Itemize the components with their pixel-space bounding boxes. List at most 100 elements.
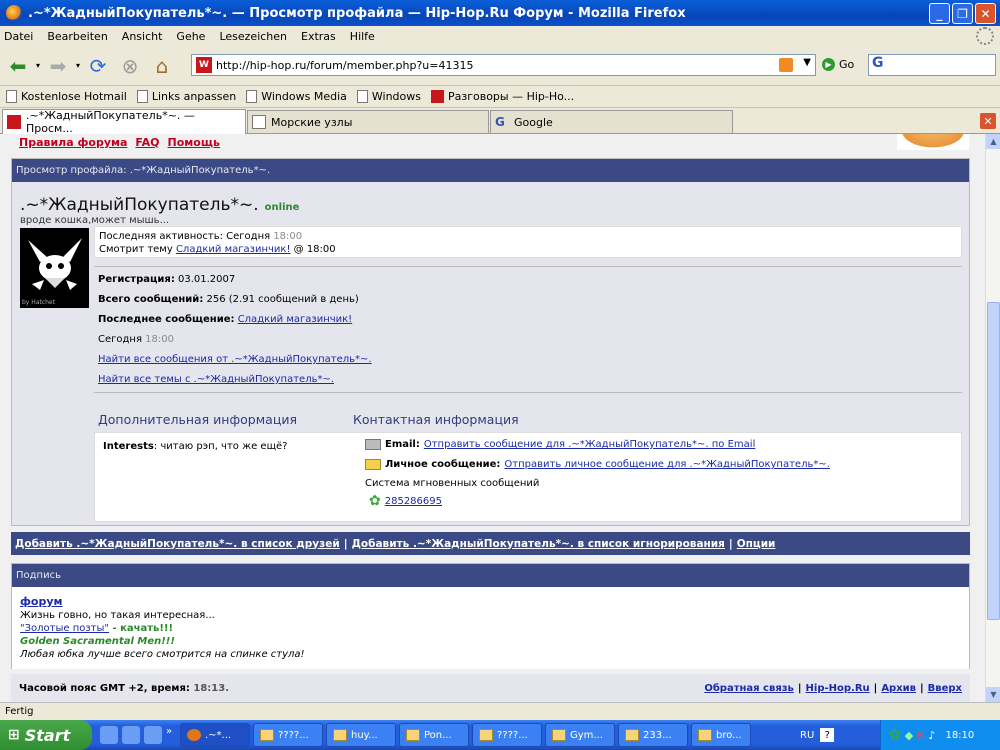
tab-bar: .~*ЖадныйПокупатель*~. — Просм... Морски… bbox=[0, 108, 1000, 135]
bookmark-hiphop[interactable]: Разговоры — Hip-Ho... bbox=[430, 90, 575, 103]
menu-extras[interactable]: Extras bbox=[301, 30, 336, 43]
icq-tray-icon[interactable]: ✿ bbox=[889, 727, 901, 743]
add-friend-link[interactable]: Добавить .~*ЖадныйПокупатель*~. в список… bbox=[15, 538, 340, 550]
taskbar-label: Pon... bbox=[424, 729, 452, 741]
interests-label: Interests bbox=[103, 441, 154, 452]
taskbar-item[interactable]: Gym... bbox=[545, 723, 615, 747]
reload-icon[interactable]: ⟳ bbox=[84, 52, 112, 80]
language-indicator[interactable]: RU ? bbox=[800, 728, 835, 742]
find-threads-link[interactable]: Найти все темы с .~*ЖадныйПокупатель*~. bbox=[98, 374, 334, 385]
start-button[interactable]: ⊞ Start bbox=[0, 720, 92, 750]
last-activity-box: Последняя активность: Сегодня 18:00 Смот… bbox=[94, 226, 962, 258]
page-icon bbox=[136, 90, 148, 103]
last-activity-label: Последняя активность: Сегодня bbox=[99, 231, 271, 242]
volume-icon[interactable]: ♪ bbox=[928, 729, 935, 742]
taskbar-label: huy... bbox=[351, 729, 378, 741]
taskbar-item[interactable]: bro... bbox=[691, 723, 751, 747]
quicklaunch-icon[interactable] bbox=[122, 726, 140, 744]
menu-gehe[interactable]: Gehe bbox=[176, 30, 205, 43]
url-bar[interactable]: W http://hip-hop.ru/forum/member.php?u=4… bbox=[191, 54, 816, 76]
folder-icon bbox=[552, 729, 566, 741]
email-row: Email: Отправить сообщение для .~*Жадный… bbox=[365, 439, 755, 450]
feedback-link[interactable]: Обратная связь bbox=[704, 683, 794, 694]
sig-line: Жизнь говно, но такая интересная... bbox=[20, 610, 215, 621]
taskbar-item[interactable]: ????... bbox=[253, 723, 323, 747]
window-icon bbox=[333, 729, 347, 741]
find-posts-link[interactable]: Найти все сообщения от .~*ЖадныйПокупате… bbox=[98, 354, 372, 365]
minimize-button[interactable]: _ bbox=[929, 3, 950, 24]
firefox-icon bbox=[6, 5, 22, 21]
taskbar-label: Gym... bbox=[570, 729, 603, 741]
posts-value: 256 (2.91 сообщений в день) bbox=[206, 294, 359, 305]
taskbar-item[interactable]: Pon... bbox=[399, 723, 469, 747]
bookmark-label: Windows bbox=[371, 90, 421, 103]
rules-link[interactable]: Правила форума bbox=[19, 136, 127, 149]
page-icon bbox=[356, 90, 368, 103]
tab-google[interactable]: G Google bbox=[490, 110, 733, 133]
viewing-thread-link[interactable]: Сладкий магазинчик! bbox=[176, 244, 291, 255]
help-link[interactable]: Помощь bbox=[168, 136, 220, 149]
quicklaunch-icon[interactable] bbox=[144, 726, 162, 744]
quicklaunch-icon[interactable] bbox=[100, 726, 118, 744]
taskbar-item[interactable]: ????... bbox=[472, 723, 542, 747]
home-site-link[interactable]: Hip-Hop.Ru bbox=[806, 683, 870, 694]
maximize-button[interactable]: ❐ bbox=[952, 3, 973, 24]
bookmark-links[interactable]: Links anpassen bbox=[136, 90, 236, 103]
back-arrow-icon[interactable]: ⬅ bbox=[4, 52, 32, 80]
help-icon[interactable]: ? bbox=[820, 728, 835, 742]
last-post-link[interactable]: Сладкий магазинчик! bbox=[238, 314, 353, 325]
back-dropdown-icon[interactable]: ▾ bbox=[36, 61, 40, 70]
menu-hilfe[interactable]: Hilfe bbox=[350, 30, 375, 43]
url-dropdown-icon[interactable]: ▼ bbox=[803, 57, 811, 68]
add-ignore-link[interactable]: Добавить .~*ЖадныйПокупатель*~. в список… bbox=[352, 538, 725, 550]
bookmark-windows-media[interactable]: Windows Media bbox=[246, 90, 347, 103]
menu-datei[interactable]: Datei bbox=[4, 30, 33, 43]
home-icon[interactable]: ⌂ bbox=[148, 52, 176, 80]
archive-link[interactable]: Архив bbox=[881, 683, 916, 694]
tab-knots[interactable]: Морские узлы bbox=[247, 110, 489, 133]
tab-label: .~*ЖадныйПокупатель*~. — Просм... bbox=[25, 109, 195, 135]
network-icon[interactable]: ◆ bbox=[905, 729, 913, 742]
scroll-down-icon[interactable]: ▼ bbox=[986, 687, 1000, 702]
forward-dropdown-icon[interactable]: ▾ bbox=[76, 61, 80, 70]
taskbar-item[interactable]: 233... bbox=[618, 723, 688, 747]
avatar: by Hatchet bbox=[20, 228, 89, 308]
vertical-scrollbar[interactable]: ▲ ▼ bbox=[985, 134, 1000, 702]
bookmark-label: Разговоры — Hip-Ho... bbox=[447, 90, 575, 103]
go-button[interactable]: ▶ Go bbox=[822, 58, 854, 71]
email-link[interactable]: Отправить сообщение для .~*ЖадныйПокупат… bbox=[424, 439, 755, 450]
bookmark-hotmail[interactable]: Kostenlose Hotmail bbox=[6, 90, 127, 103]
menu-lesezeichen[interactable]: Lesezeichen bbox=[219, 30, 287, 43]
taskbar-item-firefox[interactable]: .~*... bbox=[180, 723, 250, 747]
menu-ansicht[interactable]: Ansicht bbox=[122, 30, 163, 43]
search-input[interactable]: G bbox=[868, 54, 996, 76]
antivirus-icon[interactable]: K bbox=[917, 729, 924, 742]
viewing-time: @ 18:00 bbox=[293, 244, 336, 255]
expand-chevron-icon[interactable]: » bbox=[166, 726, 174, 744]
window-title: .~*ЖадныйПокупатель*~. — Просмотр профай… bbox=[28, 5, 686, 21]
tab-profile[interactable]: .~*ЖадныйПокупатель*~. — Просм... bbox=[2, 109, 246, 135]
top-link[interactable]: Вверх bbox=[928, 683, 962, 694]
rss-icon[interactable] bbox=[779, 58, 793, 72]
options-link[interactable]: Опции bbox=[737, 538, 776, 550]
taskbar-item[interactable]: huy... bbox=[326, 723, 396, 747]
faq-link[interactable]: FAQ bbox=[135, 136, 159, 149]
scroll-thumb[interactable] bbox=[987, 302, 1000, 620]
sig-forum-link[interactable]: форум bbox=[20, 595, 63, 608]
forward-arrow-icon[interactable]: ➡ bbox=[44, 52, 72, 80]
close-tab-icon[interactable]: ✕ bbox=[980, 113, 996, 129]
scroll-up-icon[interactable]: ▲ bbox=[986, 134, 1000, 149]
last-post-time: 18:00 bbox=[145, 334, 174, 345]
pm-link[interactable]: Отправить личное сообщение для .~*Жадный… bbox=[504, 459, 830, 470]
icq-number-link[interactable]: 285286695 bbox=[385, 496, 442, 507]
sig-poets-link[interactable]: "Золотые позты" bbox=[20, 623, 109, 634]
window-icon bbox=[406, 729, 420, 741]
navigation-toolbar: ⬅ ▾ ➡ ▾ ⟳ ⊗ ⌂ W http://hip-hop.ru/forum/… bbox=[0, 46, 1000, 86]
top-links: Правила форума FAQ Помощь bbox=[19, 136, 220, 149]
pm-icon bbox=[365, 459, 381, 470]
stop-icon[interactable]: ⊗ bbox=[116, 52, 144, 80]
username-row: .~*ЖадныйПокупатель*~. online bbox=[20, 195, 299, 215]
menu-bearbeiten[interactable]: Bearbeiten bbox=[47, 30, 107, 43]
close-button[interactable]: ✕ bbox=[975, 3, 996, 24]
bookmark-windows[interactable]: Windows bbox=[356, 90, 421, 103]
